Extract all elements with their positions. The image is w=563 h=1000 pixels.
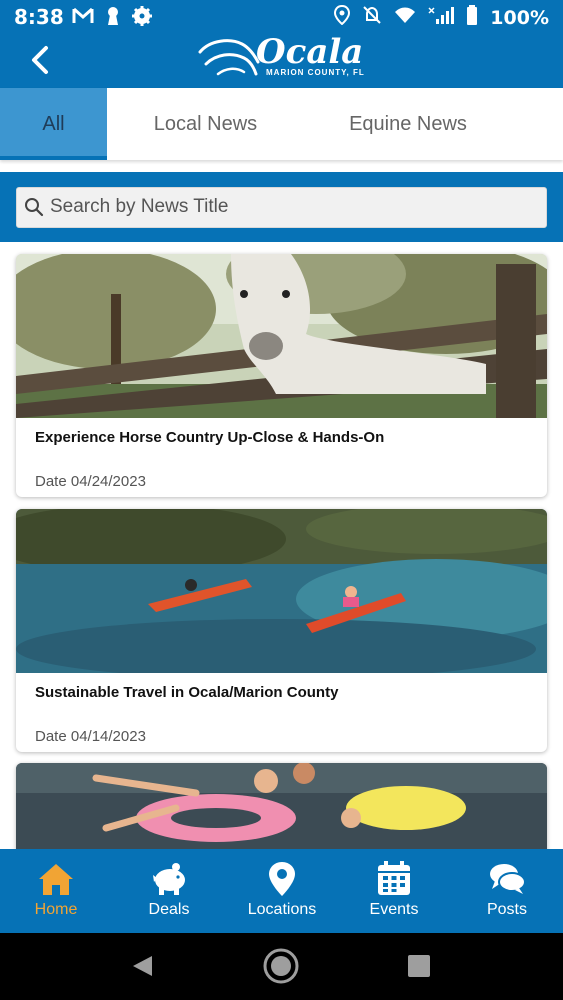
chat-bubbles-icon: [490, 864, 526, 894]
back-button[interactable]: [28, 40, 58, 80]
system-back-icon[interactable]: [130, 954, 154, 978]
piggy-bank-icon: [153, 863, 185, 895]
nav-deals[interactable]: Deals: [113, 849, 225, 933]
tab-local-news[interactable]: Local News: [107, 88, 304, 160]
status-time: 8:38: [14, 5, 64, 29]
article-date: Date 04/14/2023: [35, 728, 146, 745]
tab-equine-news[interactable]: Equine News: [304, 88, 512, 160]
article-card[interactable]: [16, 763, 547, 849]
article-title[interactable]: Sustainable Travel in Ocala/Marion Count…: [35, 684, 338, 701]
battery-percent: 100%: [490, 6, 549, 29]
home-icon: [39, 864, 73, 895]
nav-locations[interactable]: Locations: [226, 849, 338, 933]
nav-posts[interactable]: Posts: [451, 849, 563, 933]
map-pin-icon: [269, 862, 295, 896]
system-recents-icon[interactable]: [407, 954, 431, 978]
keyhole-icon: [106, 6, 120, 31]
wifi-icon: [394, 6, 416, 29]
back-arrow-icon: [32, 46, 48, 74]
river-tubing-image: [16, 763, 547, 849]
logo-subtitle: MARION COUNTY, FL: [266, 68, 365, 77]
cellular-signal-icon: [428, 5, 455, 30]
system-navigation-bar: [0, 933, 563, 1000]
news-feed[interactable]: Experience Horse Country Up-Close & Hand…: [0, 242, 563, 849]
app-header: Ocala MARION COUNTY, FL: [0, 32, 563, 88]
system-home-icon[interactable]: [263, 948, 299, 984]
ocala-logo: Ocala MARION COUNTY, FL: [196, 32, 371, 84]
nav-posts-label: Posts: [486, 901, 527, 918]
horse-fence-image: [16, 254, 547, 418]
settings-gear-icon: [132, 6, 152, 31]
tab-all[interactable]: All: [0, 88, 107, 160]
search-input[interactable]: Search by News Title: [16, 187, 547, 228]
calendar-icon: [378, 861, 410, 895]
nav-home[interactable]: Home: [0, 849, 112, 933]
gmail-icon: [72, 7, 94, 30]
battery-icon: [466, 5, 478, 30]
nav-locations-label: Locations: [247, 901, 317, 918]
kayaking-spring-image: [16, 509, 547, 673]
nav-events-label: Events: [369, 901, 419, 918]
search-icon: [25, 198, 44, 217]
status-bar: 8:38 100%: [0, 0, 563, 34]
nav-deals-label: Deals: [148, 901, 190, 918]
location-icon: [334, 4, 351, 30]
search-band: Search by News Title: [0, 172, 563, 242]
article-card[interactable]: Sustainable Travel in Ocala/Marion Count…: [16, 509, 547, 752]
mute-bell-icon: [362, 5, 382, 30]
nav-events[interactable]: Events: [338, 849, 450, 933]
news-category-tabs: All Local News Equine News: [0, 88, 563, 160]
nav-home-label: Home: [34, 901, 78, 918]
bottom-navigation: Home Deals Locations Events Posts: [0, 849, 563, 933]
search-placeholder: Search by News Title: [50, 196, 229, 217]
article-date: Date 04/24/2023: [35, 473, 146, 490]
article-title[interactable]: Experience Horse Country Up-Close & Hand…: [35, 429, 384, 446]
article-card[interactable]: Experience Horse Country Up-Close & Hand…: [16, 254, 547, 497]
logo-wordmark: Ocala: [256, 32, 364, 72]
